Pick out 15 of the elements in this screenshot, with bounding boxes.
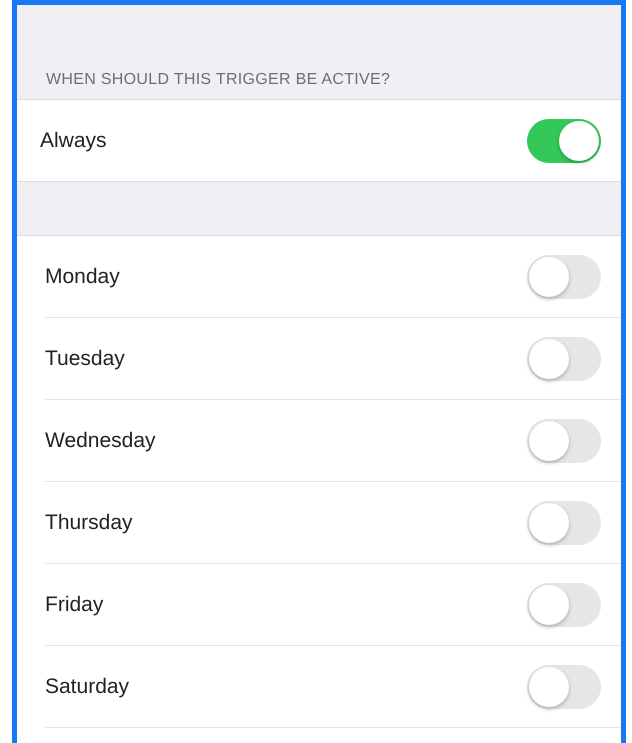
toggle-switch[interactable] bbox=[527, 336, 601, 380]
toggle-switch[interactable] bbox=[527, 118, 601, 162]
row-label: Wednesday bbox=[45, 428, 156, 452]
row-label: Always bbox=[40, 128, 107, 152]
toggle-switch[interactable] bbox=[527, 500, 601, 544]
row-label: Tuesday bbox=[45, 346, 125, 370]
row-label: Thursday bbox=[45, 510, 133, 534]
row-label: Friday bbox=[45, 592, 104, 616]
row-label: Monday bbox=[45, 264, 120, 288]
toggle-switch[interactable] bbox=[527, 582, 601, 626]
row-label: Saturday bbox=[45, 674, 130, 698]
toggle-switch[interactable] bbox=[527, 418, 601, 462]
toggle-switch[interactable] bbox=[527, 254, 601, 298]
section-header: WHEN SHOULD THIS TRIGGER BE ACTIVE? bbox=[46, 71, 390, 89]
toggle-switch[interactable] bbox=[527, 664, 601, 708]
